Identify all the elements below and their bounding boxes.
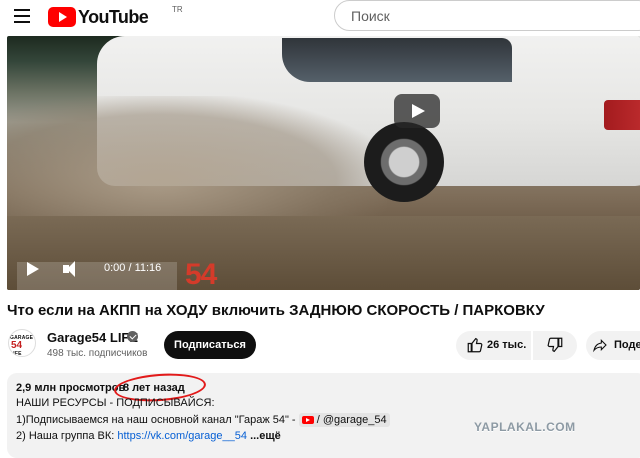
hamburger-menu-icon[interactable] xyxy=(14,9,30,23)
youtube-mini-icon xyxy=(301,416,314,425)
description-line-3: 2) Наша группа ВК: https://vk.com/garage… xyxy=(16,430,281,442)
search-input[interactable] xyxy=(349,7,633,25)
car-wheel xyxy=(364,122,444,202)
top-bar: YouTube TR xyxy=(0,0,640,34)
car-taillight xyxy=(604,100,640,130)
subscriber-count: 498 тыс. подписчиков xyxy=(47,348,148,359)
share-arrow-icon xyxy=(593,339,607,353)
channel-handle: / @garage_54 xyxy=(316,414,387,426)
description-line-2-text: 1)Подписываемся на наш основной канал "Г… xyxy=(16,414,296,426)
youtube-logo[interactable]: YouTube TR xyxy=(48,5,183,28)
center-play-button-icon[interactable] xyxy=(394,94,440,128)
thumbs-up-icon xyxy=(467,337,483,353)
show-more-button[interactable]: ...ещё xyxy=(250,430,281,442)
site-watermark: YAPLAKAL.COM xyxy=(474,420,576,434)
volume-icon[interactable] xyxy=(63,260,83,278)
vk-link[interactable]: https://vk.com/garage__54 xyxy=(117,430,247,442)
channel-avatar[interactable]: GARAGE 54 LIFE xyxy=(8,329,36,357)
video-meta: 2,9 млн просмотров 8 лет назад xyxy=(16,382,185,394)
avatar-number: 54 xyxy=(11,340,23,351)
description-line-2: 1)Подписываемся на наш основной канал "Г… xyxy=(16,413,390,427)
description-line-1: НАШИ РЕСУРСЫ - ПОДПИСЫВАЙСЯ: xyxy=(16,397,215,409)
time-display: 0:00 / 11:16 xyxy=(104,262,162,274)
channel-handle-link[interactable]: / @garage_54 xyxy=(298,413,390,427)
thumbs-down-icon xyxy=(547,337,563,353)
like-count: 26 тыс. xyxy=(487,339,527,351)
region-code: TR xyxy=(172,5,183,14)
search-box[interactable] xyxy=(334,0,640,31)
youtube-play-logo-icon xyxy=(48,7,76,27)
share-label: Поде xyxy=(614,339,640,351)
verified-check-icon xyxy=(127,331,138,342)
dust-cloud xyxy=(7,96,387,236)
video-title: Что если на АКПП на ХОДУ включить ЗАДНЮЮ… xyxy=(7,302,545,319)
car-window xyxy=(282,38,512,82)
subscribe-button[interactable]: Подписаться xyxy=(164,331,256,359)
description-line-3-text: 2) Наша группа ВК: xyxy=(16,430,115,442)
channel-watermark: 54 xyxy=(185,258,217,290)
channel-name[interactable]: Garage54 LIFE xyxy=(47,330,138,345)
avatar-text-bottom: LIFE xyxy=(10,351,22,357)
play-icon[interactable] xyxy=(25,260,41,278)
video-player[interactable]: 0:00 / 11:16 54 xyxy=(7,36,640,290)
view-count: 2,9 млн просмотров xyxy=(16,382,126,394)
logo-text: YouTube xyxy=(78,6,149,27)
